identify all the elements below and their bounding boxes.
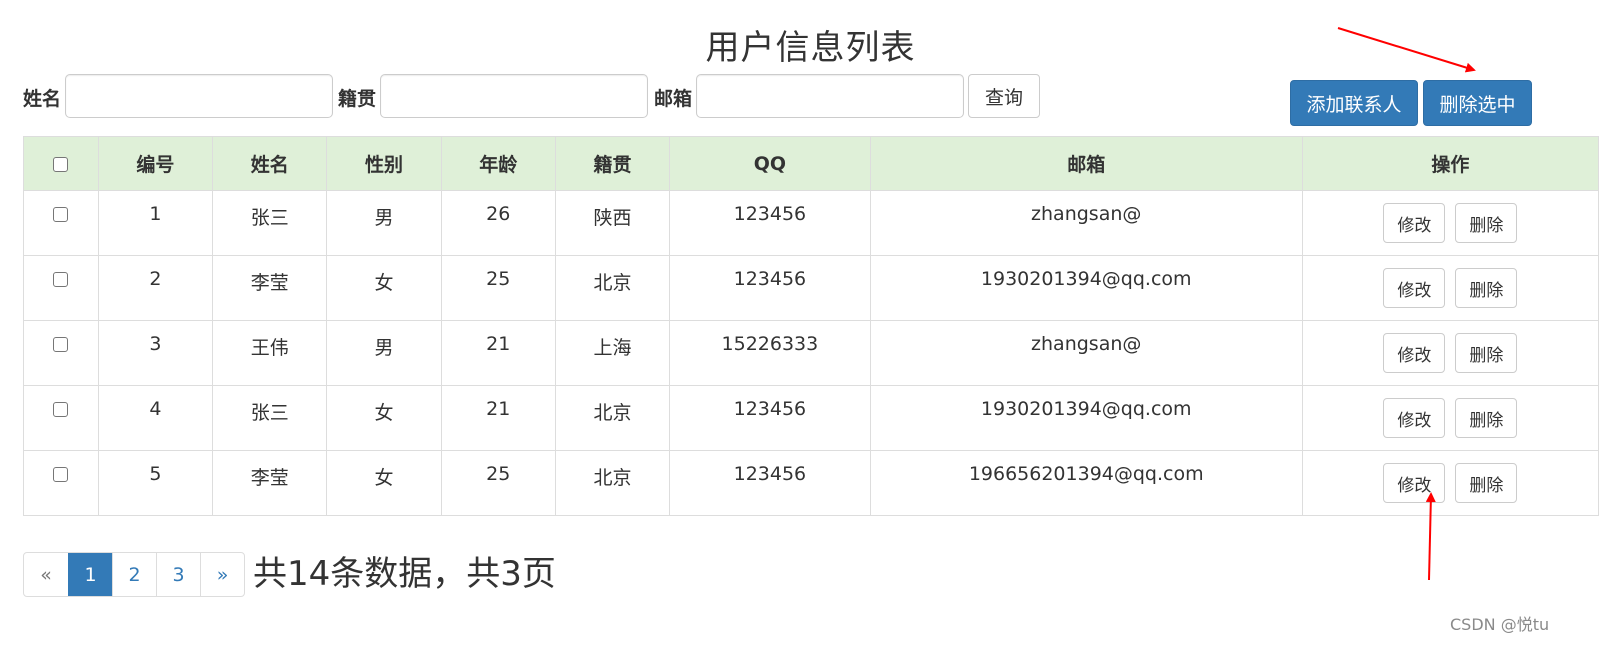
annotation-arrows: [1337, 27, 1476, 581]
arrow-to-delete-selected: [1337, 27, 1476, 73]
arrow-to-delete-button: [1425, 492, 1436, 581]
watermark: CSDN @悦tu: [1450, 615, 1550, 634]
